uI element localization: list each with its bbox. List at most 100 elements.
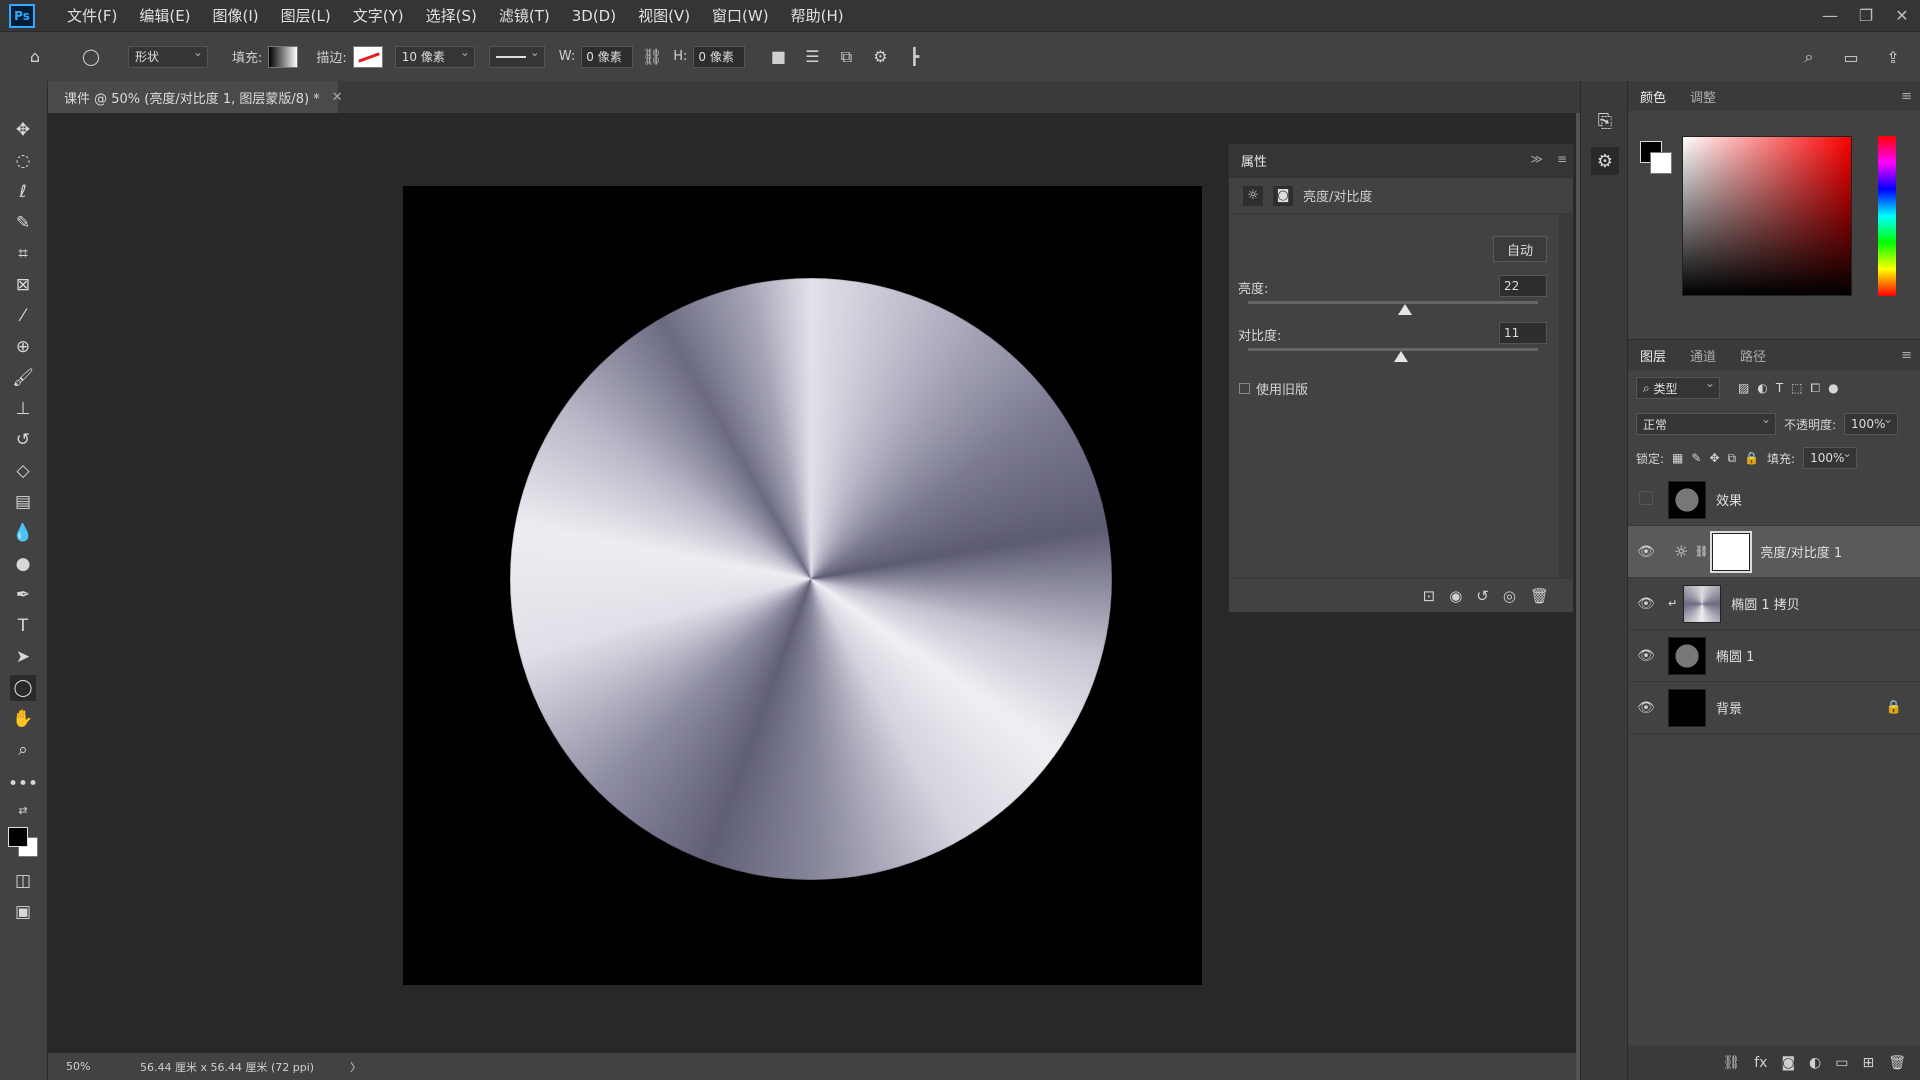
stroke-width-field[interactable]: 10 像素	[394, 45, 475, 68]
layer-row[interactable]: 👁 背景 🔒	[1628, 682, 1920, 734]
properties-title[interactable]: 属性	[1241, 151, 1267, 172]
blend-mode-select[interactable]: 正常	[1636, 412, 1776, 435]
minimize-icon[interactable]: —	[1812, 0, 1848, 31]
filter-adjustment-icon[interactable]: ◐	[1757, 381, 1767, 395]
filter-type-icon[interactable]: T	[1776, 381, 1783, 395]
menu-view[interactable]: 视图(V)	[638, 5, 690, 26]
panel-menu-icon[interactable]: ≡	[1557, 152, 1567, 166]
toggle-visibility-icon[interactable]: ◎	[1503, 587, 1516, 605]
menu-image[interactable]: 图像(I)	[213, 5, 259, 26]
mask-icon[interactable]: ◙	[1273, 185, 1293, 206]
clip-to-layer-icon[interactable]: ⊡	[1423, 587, 1436, 605]
status-arrow-icon[interactable]: 〉	[350, 1059, 361, 1075]
document-tab[interactable]: 课件 @ 50% (亮度/对比度 1, 图层蒙版/8) * ✕	[48, 81, 343, 113]
layers-panel-menu-icon[interactable]: ≡	[1901, 348, 1912, 363]
lock-icon[interactable]: 🔒	[1886, 700, 1902, 715]
layer-name[interactable]: 效果	[1716, 490, 1742, 509]
brush-tool-icon[interactable]: 🖌	[10, 365, 36, 391]
contrast-value[interactable]: 11	[1499, 322, 1547, 344]
dodge-tool-icon[interactable]: ●	[10, 551, 36, 577]
ellipse-tool-icon[interactable]: ◯	[10, 675, 36, 701]
eye-icon[interactable]: 👁	[1632, 544, 1660, 560]
visibility-toggle[interactable]	[1632, 491, 1660, 509]
zoom-tool-icon[interactable]: ⌕	[10, 737, 36, 763]
fill-field[interactable]: 100%	[1803, 446, 1858, 469]
view-previous-state-icon[interactable]: ◉	[1449, 587, 1462, 605]
workspace-icon[interactable]: ▭	[1838, 44, 1864, 70]
color-background-swatch[interactable]	[1650, 152, 1672, 174]
tab-adjustments[interactable]: 调整	[1690, 87, 1716, 106]
healing-brush-tool-icon[interactable]: ⊕	[10, 334, 36, 360]
eye-icon[interactable]: 👁	[1632, 700, 1660, 716]
eye-icon[interactable]: 👁	[1632, 596, 1660, 612]
history-panel-icon[interactable]: ⎘	[1591, 107, 1619, 135]
stroke-type-select[interactable]	[488, 45, 545, 68]
tab-channels[interactable]: 通道	[1690, 346, 1716, 365]
width-field[interactable]: 0 像素	[581, 45, 634, 68]
layer-row[interactable]: 👁 ☼ ⛓ 亮度/对比度 1	[1628, 526, 1920, 578]
layer-style-icon[interactable]: fx	[1754, 1055, 1767, 1071]
new-layer-icon[interactable]: ⊞	[1862, 1055, 1874, 1071]
menu-layer[interactable]: 图层(L)	[281, 5, 331, 26]
color-panel-menu-icon[interactable]: ≡	[1901, 89, 1912, 104]
lock-image-icon[interactable]: ✎	[1691, 451, 1701, 465]
gradient-tool-icon[interactable]: ▤	[10, 489, 36, 515]
layer-name[interactable]: 椭圆 1	[1716, 646, 1754, 665]
more-tools-icon[interactable]: •••	[8, 771, 38, 797]
layer-filter-select[interactable]: ⌕ 类型	[1636, 376, 1720, 399]
fill-swatch[interactable]	[268, 45, 299, 68]
filter-shape-icon[interactable]: ⬚	[1791, 381, 1802, 395]
properties-panel-icon[interactable]: ⚙	[1591, 147, 1619, 175]
quick-select-tool-icon[interactable]: ✎	[10, 210, 36, 236]
use-legacy-checkbox[interactable]: 使用旧版	[1239, 379, 1308, 398]
search-icon[interactable]: ⌕	[1796, 44, 1822, 70]
menu-select[interactable]: 选择(S)	[426, 5, 477, 26]
delete-layer-icon[interactable]: 🗑	[1888, 1055, 1906, 1071]
shape-mode-select[interactable]: 形状	[128, 45, 208, 68]
hue-slider[interactable]	[1878, 136, 1896, 296]
frame-tool-icon[interactable]: ⊠	[10, 272, 36, 298]
menu-3d[interactable]: 3D(D)	[572, 7, 616, 25]
stroke-swatch[interactable]	[352, 45, 383, 68]
delete-adjustment-icon[interactable]: 🗑	[1530, 587, 1549, 605]
lock-artboard-icon[interactable]: ⧉	[1728, 451, 1737, 466]
swap-colors-icon[interactable]: ⇄	[10, 797, 36, 823]
path-arrangement-icon[interactable]: ⧉	[833, 44, 859, 70]
legacy-checkbox-box[interactable]	[1239, 383, 1250, 394]
lock-position-icon[interactable]: ✥	[1709, 451, 1719, 465]
layer-row[interactable]: 效果	[1628, 474, 1920, 526]
new-group-icon[interactable]: ▭	[1835, 1055, 1848, 1071]
contrast-slider-thumb[interactable]	[1393, 351, 1408, 362]
add-mask-icon[interactable]: ◙	[1781, 1055, 1795, 1071]
lasso-tool-icon[interactable]: ℓ	[10, 179, 36, 205]
tab-paths[interactable]: 路径	[1740, 346, 1766, 365]
link-icon[interactable]: ⛓	[1694, 545, 1708, 558]
home-icon[interactable]: ⌂	[22, 44, 48, 70]
eyedropper-tool-icon[interactable]: ⁄	[10, 303, 36, 329]
menu-file[interactable]: 文件(F)	[67, 5, 117, 26]
brightness-value[interactable]: 22	[1499, 275, 1547, 297]
lock-transparent-icon[interactable]: ▦	[1672, 451, 1683, 465]
opacity-field[interactable]: 100%	[1844, 412, 1899, 435]
brightness-slider[interactable]	[1248, 301, 1538, 304]
eye-icon[interactable]: 👁	[1632, 648, 1660, 664]
hand-tool-icon[interactable]: ✋	[10, 706, 36, 732]
menu-window[interactable]: 窗口(W)	[712, 5, 769, 26]
link-layers-icon[interactable]: ⛓	[1722, 1055, 1740, 1071]
path-operations-icon[interactable]: ■	[765, 44, 791, 70]
path-select-tool-icon[interactable]: ➤	[10, 644, 36, 670]
menu-edit[interactable]: 编辑(E)	[139, 5, 190, 26]
close-tab-icon[interactable]: ✕	[332, 90, 343, 105]
properties-scrollbar[interactable]	[1559, 214, 1573, 579]
filter-pixel-icon[interactable]: ▨	[1738, 381, 1749, 395]
type-tool-icon[interactable]: T	[10, 613, 36, 639]
layer-name[interactable]: 背景	[1716, 698, 1742, 717]
tab-color[interactable]: 颜色	[1640, 87, 1666, 106]
stamp-tool-icon[interactable]: ⊥	[10, 396, 36, 422]
brightness-slider-thumb[interactable]	[1398, 304, 1413, 315]
new-adjustment-layer-icon[interactable]: ◐	[1809, 1055, 1821, 1071]
foreground-color-swatch[interactable]	[8, 827, 28, 847]
layer-name[interactable]: 椭圆 1 拷贝	[1731, 594, 1800, 613]
path-alignment-icon[interactable]: ☰	[799, 44, 825, 70]
share-icon[interactable]: ⇪	[1880, 44, 1906, 70]
